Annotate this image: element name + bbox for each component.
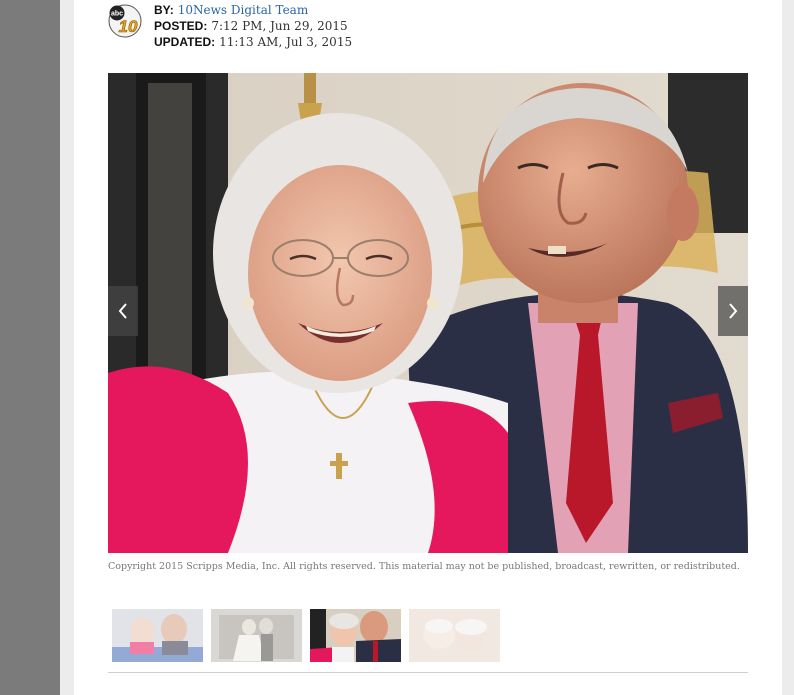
gallery-thumbnail-3-active[interactable] (310, 609, 401, 662)
chevron-left-icon (118, 303, 127, 319)
byline-updated-row: UPDATED: 11:13 AM, Jul 3, 2015 (154, 34, 352, 50)
page-gutter-right (782, 0, 794, 695)
station-logo: abc 10 (108, 4, 142, 38)
updated-timestamp: 11:13 AM, Jul 3, 2015 (219, 35, 353, 49)
gallery-thumbnail-2[interactable] (211, 609, 302, 662)
gallery-prev-button[interactable] (108, 286, 138, 336)
gallery-main-photo (108, 73, 748, 553)
page-gutter (60, 0, 74, 695)
byline-author-row: BY: 10News Digital Team (154, 2, 352, 18)
author-link[interactable]: 10News Digital Team (178, 3, 308, 17)
byline-posted-row: POSTED: 7:12 PM, Jun 29, 2015 (154, 18, 352, 34)
article-content: abc 10 BY: 10News Digital Team POSTED: 7:1… (74, 0, 782, 695)
by-label: BY: (154, 3, 174, 17)
left-rail (0, 0, 60, 695)
gallery-thumbnail-1[interactable] (112, 609, 203, 662)
updated-label: UPDATED: (154, 35, 216, 49)
posted-timestamp: 7:12 PM, Jun 29, 2015 (211, 19, 348, 33)
divider (108, 672, 748, 673)
byline: BY: 10News Digital Team POSTED: 7:12 PM, J… (154, 2, 352, 50)
gallery-thumbnail-4[interactable] (409, 609, 500, 662)
posted-label: POSTED: (154, 19, 208, 33)
couple-photo (108, 73, 748, 553)
chevron-right-icon (729, 303, 738, 319)
logo-number-text: 10 (119, 17, 138, 36)
photo-caption: Copyright 2015 Scripps Media, Inc. All r… (108, 561, 740, 572)
gallery-next-button[interactable] (718, 286, 748, 336)
